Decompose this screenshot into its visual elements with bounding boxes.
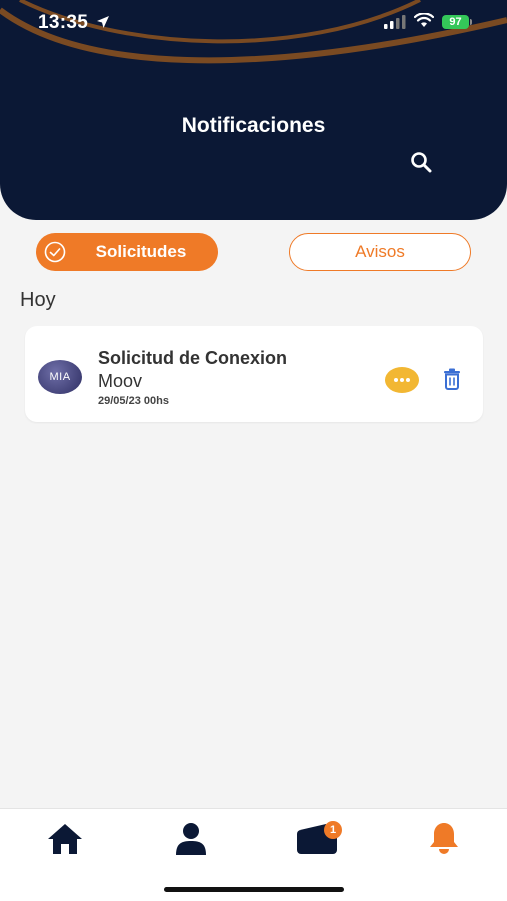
search-icon[interactable] [410, 151, 432, 173]
more-options-button[interactable] [385, 367, 419, 393]
header: 13:35 97 Notificaciones [0, 0, 507, 220]
wallet-badge: 1 [324, 821, 342, 839]
page-title: Notificaciones [181, 114, 326, 137]
battery-indicator: 97 [442, 15, 469, 29]
tab-solicitudes-label: Solicitudes [95, 242, 187, 261]
wifi-icon [414, 13, 434, 27]
tab-avisos[interactable]: Avisos [289, 233, 471, 271]
home-indicator [164, 887, 344, 892]
status-bar: 13:35 97 [0, 0, 507, 48]
notification-card[interactable]: MIA Solicitud de Conexion Moov 29/05/23 … [25, 326, 483, 422]
ellipsis-icon [394, 378, 410, 382]
avatar: MIA [38, 360, 82, 394]
status-time: 13:35 [38, 12, 89, 33]
trash-icon[interactable] [443, 368, 461, 390]
bell-icon[interactable] [428, 821, 460, 855]
notification-title: Solicitud de Conexion [98, 348, 288, 368]
tab-avisos-label: Avisos [355, 242, 405, 261]
check-circle-icon [44, 241, 66, 263]
signal-icon [384, 15, 406, 29]
notification-date: 29/05/23 00hs [98, 395, 169, 407]
location-arrow-icon [97, 16, 109, 28]
profile-icon[interactable] [174, 822, 208, 856]
section-header-hoy: Hoy [20, 289, 56, 311]
tab-solicitudes[interactable]: Solicitudes [36, 233, 218, 271]
notification-sender: Moov [98, 371, 143, 391]
battery-nub [470, 19, 472, 25]
home-icon[interactable] [46, 822, 84, 856]
bottom-nav: 1 [0, 808, 507, 901]
